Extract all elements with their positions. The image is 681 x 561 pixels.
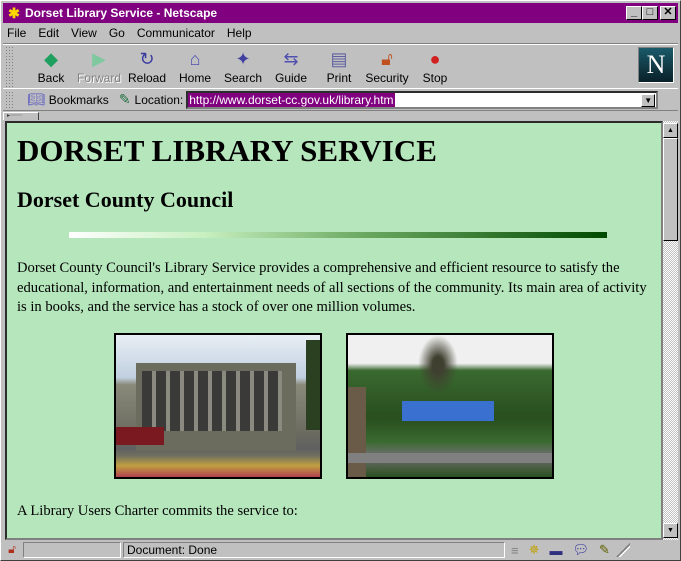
search-flashlight-icon: ✦ [235, 48, 251, 69]
netscape-app-icon: ✱ [8, 4, 20, 21]
status-bar: 🔓︎ Document: Done ≡ ✵ ▬ 💬︎ ✎ [3, 541, 678, 559]
resize-grip[interactable] [615, 543, 630, 557]
reload-icon: ↻ [139, 48, 155, 69]
mail-icon[interactable]: ▬ [550, 543, 563, 558]
forward-button[interactable]: ▶ Forward [75, 44, 123, 86]
security-button[interactable]: 🔓︎ Security [363, 44, 411, 86]
menu-help[interactable]: Help [227, 26, 252, 40]
page-proxy-icon[interactable]: ✎ [119, 91, 131, 108]
library-building-photo [114, 333, 322, 479]
security-status-icon[interactable]: 🔓︎ [3, 542, 21, 558]
location-toolbar: 📖︎ Bookmarks ✎ Location: http://www.dors… [3, 89, 678, 111]
browser-window: ✱ Dorset Library Service - Netscape _ □ … [0, 0, 681, 561]
close-button[interactable]: ✕ [660, 6, 676, 20]
print-button[interactable]: ▤ Print [315, 44, 363, 86]
home-button[interactable]: ⌂ Home [171, 44, 219, 86]
menu-go[interactable]: Go [109, 26, 125, 40]
page-subheading: Dorset County Council [17, 187, 234, 212]
bookmarks-icon: 📖︎ [27, 91, 45, 107]
component-bar-grip[interactable]: ≡ [511, 543, 519, 558]
netscape-logo[interactable]: N [638, 47, 674, 83]
printer-icon: ▤ [330, 48, 348, 69]
stop-light-icon: ● [429, 48, 441, 69]
location-toolbar-grip[interactable] [5, 90, 13, 109]
url-text[interactable]: http://www.dorset-cc.gov.uk/library.htm [188, 92, 395, 107]
back-arrow-icon: ◆ [44, 48, 58, 69]
intro-paragraph: Dorset County Council's Library Service … [17, 260, 647, 315]
component-bar: ≡ ✵ ▬ 💬︎ ✎ [511, 542, 610, 558]
scroll-up-button[interactable]: ▲ [663, 123, 678, 138]
window-title: Dorset Library Service - Netscape [25, 6, 218, 20]
progress-cell [23, 542, 121, 558]
home-icon: ⌂ [189, 48, 201, 69]
gradient-divider [69, 232, 607, 238]
forward-arrow-icon: ▶ [92, 48, 106, 69]
vertical-scrollbar[interactable]: ▲ ▼ [663, 121, 678, 540]
library-hillside-photo [346, 333, 554, 479]
location-label: Location: [134, 92, 184, 107]
maximize-button[interactable]: □ [642, 6, 658, 20]
guide-signpost-icon: ⇆ [283, 48, 299, 69]
navigator-icon[interactable]: ✵ [529, 542, 540, 558]
collapsed-toolbar-tab[interactable]: ▸⋯⋯ [3, 112, 39, 120]
toolbar-grip[interactable] [5, 46, 13, 88]
url-input[interactable]: http://www.dorset-cc.gov.uk/library.htm … [186, 90, 659, 109]
url-dropdown-button[interactable]: ▼ [641, 93, 656, 107]
page-heading: DORSET LIBRARY SERVICE [17, 133, 437, 168]
minimize-button[interactable]: _ [626, 6, 642, 20]
menu-bar: File Edit View Go Communicator Help [3, 23, 678, 42]
navigation-toolbar: ◆ Back ▶ Forward ↻ Reload ⌂ Home ✦ Searc… [3, 43, 678, 89]
reload-button[interactable]: ↻ Reload [123, 44, 171, 86]
title-bar: ✱ Dorset Library Service - Netscape _ □ … [3, 3, 678, 23]
back-button[interactable]: ◆ Back [27, 44, 75, 86]
menu-view[interactable]: View [71, 26, 97, 40]
page-content: DORSET LIBRARY SERVICE Dorset County Cou… [5, 121, 663, 540]
stop-button[interactable]: ● Stop [411, 44, 459, 86]
scroll-thumb[interactable] [663, 138, 678, 241]
guide-button[interactable]: ⇆ Guide [267, 44, 315, 86]
discussion-icon[interactable]: 💬︎ [573, 542, 590, 558]
padlock-icon: 🔓︎ [381, 48, 393, 69]
charter-text: A Library Users Charter commits the serv… [17, 503, 298, 519]
bookmarks-button[interactable]: 📖︎ Bookmarks [27, 91, 109, 108]
composer-icon[interactable]: ✎ [599, 542, 610, 558]
status-text: Document: Done [123, 542, 505, 558]
search-button[interactable]: ✦ Search [219, 44, 267, 86]
menu-file[interactable]: File [7, 26, 26, 40]
menu-edit[interactable]: Edit [38, 26, 59, 40]
scroll-down-button[interactable]: ▼ [663, 523, 678, 538]
collapsed-toolbar-strip: ▸⋯⋯ [3, 112, 678, 121]
menu-communicator[interactable]: Communicator [137, 26, 215, 40]
